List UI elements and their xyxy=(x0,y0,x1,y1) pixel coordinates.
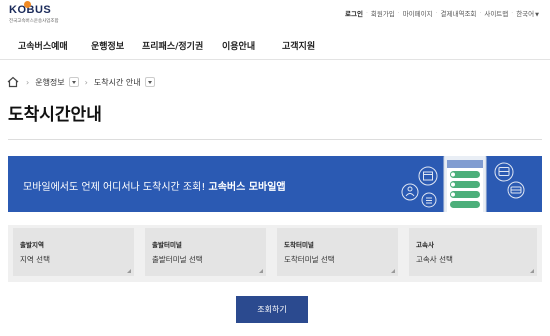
ticket-icon xyxy=(507,181,525,199)
select-label: 출발지역 xyxy=(20,241,44,249)
dropdown-corner-icon xyxy=(127,269,131,273)
breadcrumb-dropdown-button[interactable] xyxy=(68,77,79,87)
sitemap-link[interactable]: 사이트맵 xyxy=(481,8,511,18)
select-value: 도착터미널 선택 xyxy=(284,255,335,264)
chevron-down-icon: ▼ xyxy=(535,12,539,18)
nav-item-operation-info[interactable]: 운행정보 xyxy=(91,39,124,52)
breadcrumb-item-arrival-time[interactable]: 도착시간 안내 xyxy=(94,77,141,88)
select-label: 출발터미널 xyxy=(152,241,182,249)
dropdown-corner-icon xyxy=(530,269,534,273)
search-button[interactable]: 조회하기 xyxy=(236,296,308,323)
phone-illustration xyxy=(401,156,525,212)
calendar-icon xyxy=(418,166,438,186)
breadcrumb-item-operation-info[interactable]: 운행정보 xyxy=(35,77,64,88)
nav-item-freepass[interactable]: 프리패스/정기권 xyxy=(142,39,203,52)
select-value: 지역 선택 xyxy=(20,255,50,264)
main-nav: 고속버스예매 운행정보 프리패스/정기권 이용안내 고객지원 xyxy=(0,30,550,60)
logo-dot-icon xyxy=(24,1,31,8)
select-label: 고속사 xyxy=(416,241,434,249)
mobile-app-banner[interactable]: 모바일에서도 언제 어디서나 도착시간 조회! 고속버스 모바일앱 xyxy=(8,156,542,212)
breadcrumb: › 운행정보 › 도착시간 안내 xyxy=(6,74,155,90)
home-icon[interactable] xyxy=(6,75,20,89)
nav-item-usage-guide[interactable]: 이용안내 xyxy=(222,39,255,52)
signup-link[interactable]: 회원가입 xyxy=(368,8,398,18)
list-icon xyxy=(421,192,437,208)
banner-text-bold: 고속버스 모바일앱 xyxy=(208,182,286,193)
dropdown-corner-icon xyxy=(259,269,263,273)
search-conditions: 출발지역 지역 선택 출발터미널 출발터미널 선택 도착터미널 도착터미널 선택… xyxy=(8,225,542,282)
breadcrumb-separator: › xyxy=(26,77,30,87)
select-label: 도착터미널 xyxy=(284,241,314,249)
divider xyxy=(8,139,542,140)
logo-subtitle: 전국고속버스운송사업조합 xyxy=(9,19,59,24)
banner-text: 모바일에서도 언제 어디서나 도착시간 조회! 고속버스 모바일앱 xyxy=(23,178,286,193)
departure-region-select[interactable]: 출발지역 지역 선택 xyxy=(13,228,134,276)
breadcrumb-dropdown-button[interactable] xyxy=(144,77,155,87)
nav-item-booking[interactable]: 고속버스예매 xyxy=(18,39,68,52)
language-select[interactable]: 한국어▼ xyxy=(513,8,542,18)
bus-icon xyxy=(494,162,514,182)
departure-terminal-select[interactable]: 출발터미널 출발터미널 선택 xyxy=(145,228,266,276)
bus-company-select[interactable]: 고속사 고속사 선택 xyxy=(409,228,537,276)
login-link[interactable]: 로그인 xyxy=(342,8,366,18)
banner-text-prefix: 모바일에서도 언제 어디서나 도착시간 조회! xyxy=(23,182,209,193)
nav-item-customer-support[interactable]: 고객지원 xyxy=(282,39,315,52)
phone-icon xyxy=(443,156,487,212)
payment-history-link[interactable]: 결제내역조회 xyxy=(438,8,480,18)
kobus-logo[interactable]: KOBUS 전국고속버스운송사업조합 xyxy=(9,1,79,28)
person-icon xyxy=(401,183,419,201)
page-title: 도착시간안내 xyxy=(8,105,102,125)
select-value: 출발터미널 선택 xyxy=(152,255,203,264)
utility-menu: 로그인 · 회원가입 · 마이페이지 · 결제내역조회 · 사이트맵 · 한국어… xyxy=(342,8,542,19)
language-label: 한국어 xyxy=(516,10,535,18)
top-bar: KOBUS 전국고속버스운송사업조합 로그인 · 회원가입 · 마이페이지 · … xyxy=(0,0,550,30)
dropdown-corner-icon xyxy=(391,269,395,273)
select-value: 고속사 선택 xyxy=(416,255,453,264)
arrival-terminal-select[interactable]: 도착터미널 도착터미널 선택 xyxy=(277,228,398,276)
breadcrumb-separator: › xyxy=(84,77,88,87)
mypage-link[interactable]: 마이페이지 xyxy=(400,8,436,18)
